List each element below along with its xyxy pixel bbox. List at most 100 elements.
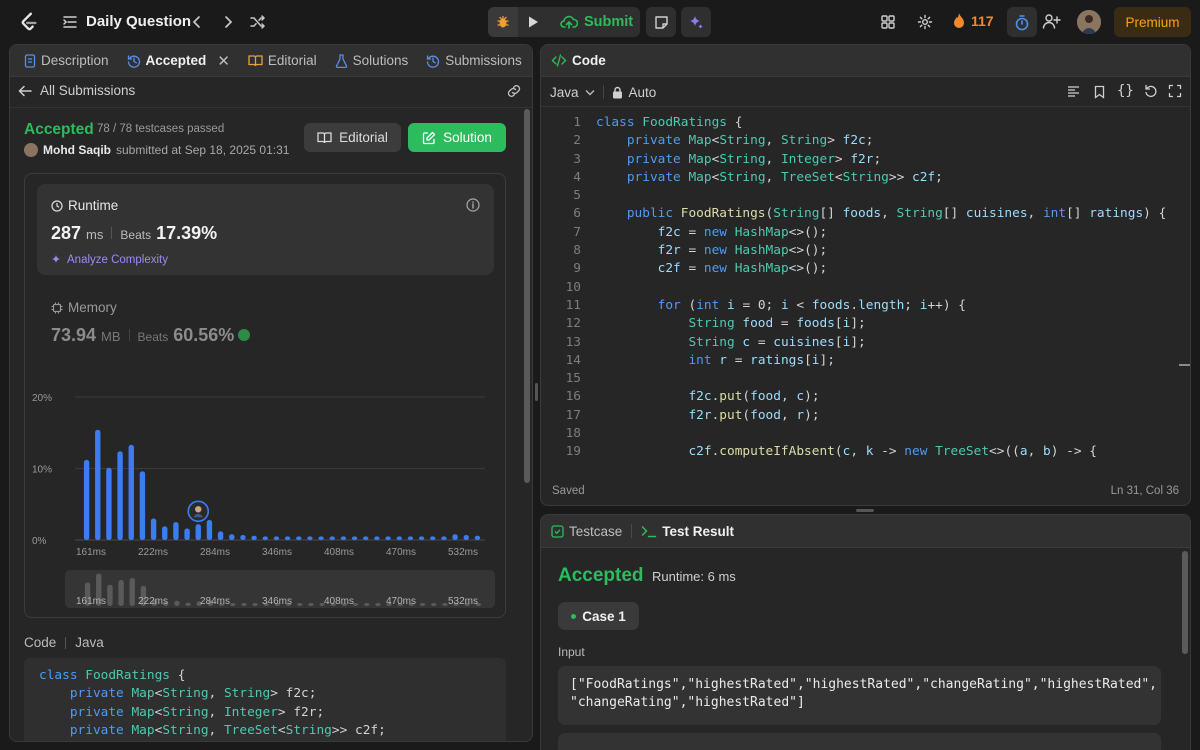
horizontal-resize-handle[interactable] xyxy=(856,509,874,512)
terminal-icon xyxy=(642,525,657,537)
back-link[interactable]: All Submissions xyxy=(18,83,135,98)
page-title[interactable]: Daily Question xyxy=(86,13,191,30)
left-scrollbar[interactable] xyxy=(524,109,530,483)
fullscreen-icon[interactable] xyxy=(1168,84,1182,101)
result-scrollbar[interactable] xyxy=(1182,551,1188,654)
ai-sparkle-icon[interactable] xyxy=(681,7,711,37)
line-number: 5 xyxy=(573,188,581,204)
minimap-bar xyxy=(297,603,303,606)
tab-test-result[interactable]: Test Result xyxy=(635,515,740,547)
line-number: 3 xyxy=(573,151,581,167)
code-line: private Map<String, TreeSet<String>> c2f… xyxy=(69,722,386,738)
tab-editorial[interactable]: Editorial xyxy=(242,45,323,77)
chart-bar xyxy=(173,522,179,540)
submit-button[interactable]: Submit xyxy=(548,14,633,30)
chart-bar xyxy=(240,534,246,540)
add-user-icon[interactable] xyxy=(1042,13,1061,35)
line-number: 2 xyxy=(573,133,581,149)
vertical-resize-handle[interactable] xyxy=(535,383,538,401)
next-field-box xyxy=(558,733,1161,750)
minimap-tick-label: 532ms xyxy=(448,596,478,607)
minimap-bar xyxy=(364,603,370,606)
layout-grid-icon[interactable] xyxy=(880,14,896,35)
chart-bar xyxy=(318,536,324,540)
timer-icon[interactable] xyxy=(1007,7,1037,37)
tab-divider xyxy=(631,524,633,538)
notes-icon[interactable] xyxy=(646,7,676,37)
settings-gear-icon[interactable] xyxy=(917,14,933,35)
bookmark-icon[interactable] xyxy=(1094,85,1105,102)
input-value[interactable]: ["FoodRatings","highestRated","highestRa… xyxy=(558,666,1161,725)
run-controls: Submit xyxy=(488,7,640,37)
problem-list-icon[interactable] xyxy=(62,14,78,30)
tab-testcase[interactable]: Testcase xyxy=(551,515,628,547)
editorial-button[interactable]: Editorial xyxy=(304,123,401,152)
editor-scroll-thumb[interactable] xyxy=(1179,364,1190,366)
chart-bar xyxy=(106,467,112,540)
minimap-bar xyxy=(241,603,247,606)
minimap-bar xyxy=(118,579,124,606)
minimap-bar xyxy=(129,578,135,606)
avatar[interactable] xyxy=(1077,10,1101,34)
author-row: Mohd Saqib submitted at Sep 18, 2025 01:… xyxy=(24,143,289,157)
minimap-bar xyxy=(252,603,258,606)
close-tab-icon[interactable]: ✕ xyxy=(217,52,230,70)
code-line: class FoodRatings { xyxy=(596,115,743,130)
tab-accepted[interactable]: Accepted ✕ xyxy=(121,45,236,77)
author-name[interactable]: Mohd Saqib xyxy=(43,143,111,157)
braces-icon[interactable]: {} xyxy=(1117,83,1134,99)
code-text[interactable]: class FoodRatings { private Map<String, … xyxy=(596,114,1166,462)
tab-code[interactable]: Code xyxy=(551,45,612,77)
minimap-bar xyxy=(185,602,191,606)
leetcode-logo-icon[interactable] xyxy=(18,11,40,33)
line-number: 10 xyxy=(565,279,581,295)
streak-counter[interactable]: 117 xyxy=(952,12,994,29)
chart-bar xyxy=(262,536,268,540)
code-line: private Map<String, TreeSet<String>> c2f… xyxy=(626,169,943,185)
submitted-code[interactable]: class FoodRatings { private Map<String, … xyxy=(24,658,506,741)
input-label: Input xyxy=(558,645,585,659)
y-tick-label: 0% xyxy=(32,536,47,547)
runtime-distribution-chart[interactable]: 20% 10% 0% 161ms 222ms 284ms 346ms 408ms 470ms 5… xyxy=(25,174,507,619)
line-number: 18 xyxy=(565,426,581,442)
minimap-tick-label: 408ms xyxy=(324,596,354,607)
tab-solutions[interactable]: Solutions xyxy=(329,45,415,77)
solution-button[interactable]: Solution xyxy=(408,123,506,152)
minimap-bar xyxy=(375,603,381,606)
autocomplete-mode[interactable]: Auto xyxy=(612,85,656,100)
shuffle-icon[interactable] xyxy=(249,14,267,35)
x-tick-label: 470ms xyxy=(386,547,416,558)
prev-problem-icon[interactable] xyxy=(190,14,204,35)
value-divider xyxy=(65,636,67,649)
scroll-region-divider xyxy=(10,107,532,108)
reset-icon[interactable] xyxy=(1144,84,1158,101)
chart-bar xyxy=(441,536,447,540)
format-icon[interactable] xyxy=(1067,85,1080,101)
premium-button[interactable]: Premium xyxy=(1114,7,1191,37)
run-icon[interactable] xyxy=(518,7,548,37)
tab-submissions[interactable]: Submissions xyxy=(420,45,528,77)
x-tick-label: 222ms xyxy=(138,547,168,558)
link-icon[interactable] xyxy=(506,84,522,103)
line-number: 13 xyxy=(565,334,581,350)
chart-bar xyxy=(363,536,369,540)
chart-bar xyxy=(430,536,436,540)
code-line: class FoodRatings { xyxy=(39,668,186,683)
submitted-time: submitted at Sep 18, 2025 01:31 xyxy=(116,143,290,157)
checkbox-icon xyxy=(551,524,564,538)
next-problem-icon[interactable] xyxy=(221,14,235,35)
chart-bar xyxy=(284,536,291,540)
test-runtime: Runtime: 6 ms xyxy=(652,569,736,584)
line-number: 4 xyxy=(573,169,581,185)
editor-tabbar: Code xyxy=(541,45,1190,77)
minimap-tick-label: 222ms xyxy=(138,596,168,607)
code-editor[interactable]: 1 2 3 4 5 6 7 8 9 10 11 12 13 14 15 16 17 18 19 class Food… xyxy=(541,114,1190,467)
chart-bar xyxy=(396,536,402,540)
case-1-tab[interactable]: Case 1 xyxy=(558,602,639,630)
debug-icon[interactable] xyxy=(488,7,518,37)
tab-description[interactable]: Description xyxy=(18,45,115,77)
chart-bar xyxy=(418,536,425,540)
language-select[interactable]: Java xyxy=(550,85,595,100)
code-line: private Map<String, String> f2c; xyxy=(626,133,874,149)
